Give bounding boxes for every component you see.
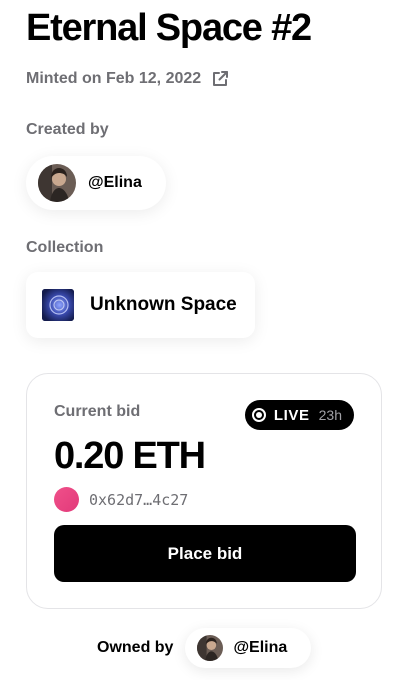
live-label: LIVE: [273, 406, 310, 424]
collection-pill[interactable]: Unknown Space: [26, 272, 255, 338]
place-bid-button[interactable]: Place bid: [54, 525, 356, 582]
collection-thumbnail: [42, 289, 74, 321]
owned-by-row: Owned by @Elina: [97, 628, 312, 668]
created-by-label: Created by: [26, 121, 109, 138]
bidder-address: 0x62d7…4c27: [89, 490, 189, 509]
creator-pill[interactable]: @Elina: [26, 156, 166, 210]
bid-amount: 0.20 ETH: [54, 435, 206, 477]
bidder-avatar-icon: [54, 487, 79, 512]
time-remaining: 23h: [318, 407, 342, 423]
creator-avatar: [38, 164, 76, 202]
owner-pill[interactable]: @Elina: [185, 628, 312, 668]
minted-date-text: Minted on Feb 12, 2022: [26, 70, 202, 87]
owner-handle: @Elina: [233, 639, 288, 656]
owned-by-label: Owned by: [97, 639, 174, 656]
owner-avatar: [197, 635, 224, 661]
current-bid-label: Current bid: [54, 403, 141, 420]
live-indicator-icon: [251, 408, 266, 422]
live-status-badge: LIVE 23h: [244, 400, 354, 430]
creator-handle: @Elina: [88, 174, 142, 191]
collection-label: Collection: [26, 239, 104, 256]
bid-card: Current bid LIVE 23h 0.20 ETH 0x62d7…4c2…: [26, 373, 382, 609]
minted-date-link[interactable]: Minted on Feb 12, 2022: [26, 70, 229, 88]
collection-name: Unknown Space: [90, 294, 237, 315]
external-link-icon[interactable]: [211, 70, 229, 88]
bidder-info[interactable]: 0x62d7…4c27: [54, 487, 188, 512]
page-title: Eternal Space #2: [26, 7, 312, 49]
